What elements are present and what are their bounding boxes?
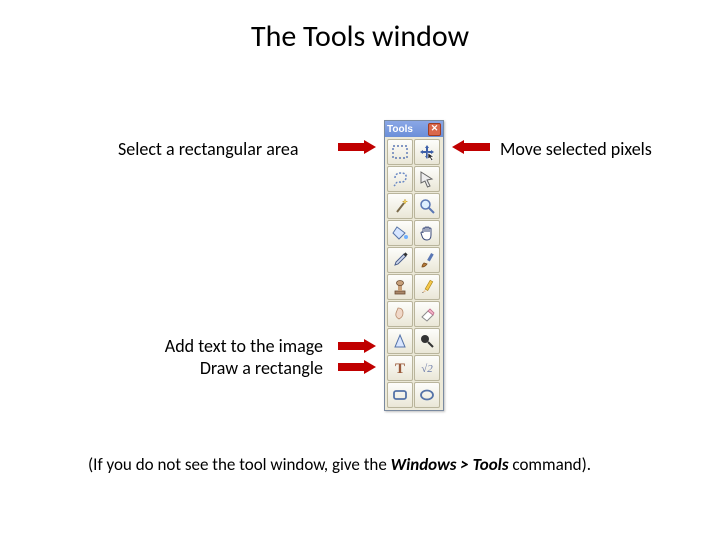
eraser-tool[interactable] [414, 301, 440, 327]
wand-tool[interactable] [387, 193, 413, 219]
label-draw-rect: Draw a rectangle [200, 357, 323, 379]
footnote-suffix: command). [509, 454, 591, 475]
close-icon[interactable]: ✕ [428, 123, 441, 136]
footnote-menu-path: Windows > Tools [391, 454, 509, 475]
tools-titlebar[interactable]: Tools ✕ [385, 121, 443, 137]
tools-title: Tools [387, 124, 413, 135]
smudge-tool[interactable] [387, 301, 413, 327]
text-tool[interactable]: T [387, 355, 413, 381]
lasso-tool[interactable] [387, 166, 413, 192]
label-text-and-rect: Add text to the image Draw a rectangle [133, 335, 323, 379]
rect-shape-tool[interactable] [387, 382, 413, 408]
tools-grid: T √2 [385, 137, 443, 410]
footnote: (If you do not see the tool window, give… [88, 454, 591, 475]
pencil-tool[interactable] [414, 274, 440, 300]
fill-tool[interactable] [387, 220, 413, 246]
label-add-text: Add text to the image [165, 335, 323, 357]
dodge-tool[interactable] [414, 328, 440, 354]
arrow-left-1 [452, 140, 490, 154]
arrow-tool[interactable] [414, 166, 440, 192]
arrow-right-1 [338, 140, 376, 154]
stamp-tool[interactable] [387, 274, 413, 300]
move-tool[interactable] [414, 139, 440, 165]
ellipse-tool[interactable] [414, 382, 440, 408]
label-move-pixels: Move selected pixels [500, 138, 652, 160]
page-title: The Tools window [0, 18, 720, 55]
svg-text:√2: √2 [421, 363, 433, 375]
sharpen-tool[interactable] [387, 328, 413, 354]
arrow-right-2 [338, 339, 376, 353]
svg-text:T: T [395, 361, 405, 377]
label-select-rect: Select a rectangular area [118, 138, 298, 160]
eyedropper-tool[interactable] [387, 247, 413, 273]
arrow-right-3 [338, 360, 376, 374]
brush-tool[interactable] [414, 247, 440, 273]
footnote-prefix: (If you do not see the tool window, give… [88, 454, 391, 475]
rect-select-tool[interactable] [387, 139, 413, 165]
zoom-tool[interactable] [414, 193, 440, 219]
tools-window[interactable]: Tools ✕ [384, 120, 444, 411]
hand-tool[interactable] [414, 220, 440, 246]
slide: The Tools window Select a rectangular ar… [0, 0, 720, 540]
line-tool[interactable]: √2 [414, 355, 440, 381]
